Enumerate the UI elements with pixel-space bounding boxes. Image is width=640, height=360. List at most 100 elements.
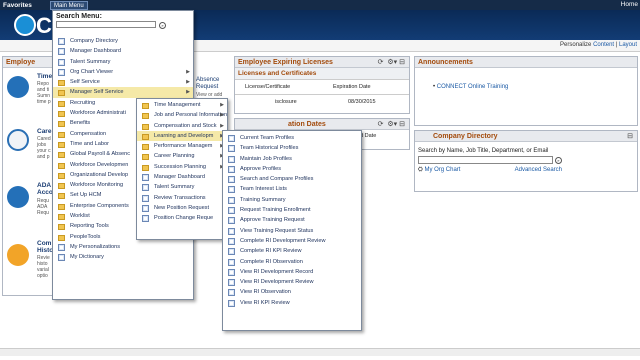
- document-icon: [228, 135, 235, 142]
- document-icon: [58, 38, 65, 45]
- menu-item-compensation-and-stock[interactable]: Compensation and Stock ▶: [137, 121, 227, 131]
- personalize-content-link[interactable]: Content: [593, 42, 614, 48]
- menu-item-position-change-reque[interactable]: Position Change Reque: [137, 213, 227, 223]
- search-go-icon[interactable]: »: [159, 21, 166, 29]
- menu-item-view-ri-development-record[interactable]: View RI Development Record: [223, 267, 361, 277]
- menu-item-view-ri-development-review[interactable]: View RI Development Review: [223, 277, 361, 287]
- menu-item-view-training-request-status[interactable]: View Training Request Status: [223, 226, 361, 236]
- menu-item-team-historical-profiles[interactable]: Team Historical Profiles: [223, 143, 361, 153]
- personalize-layout-link[interactable]: Layout: [619, 42, 637, 48]
- folder-icon: [142, 123, 149, 130]
- menu-item-time-management[interactable]: Time Management ▶: [137, 100, 227, 110]
- main-menu[interactable]: Main Menu: [50, 0, 88, 10]
- document-icon: [228, 279, 235, 287]
- menu-item-label: Performance Managem: [154, 143, 213, 150]
- menu-item-learning-and-developm[interactable]: Learning and Developm▶: [137, 130, 227, 142]
- career-title[interactable]: Care: [37, 128, 51, 135]
- menu-item-label: Reporting Tools: [70, 223, 109, 230]
- document-icon: [228, 237, 235, 245]
- collapse-icon[interactable]: ⊟: [627, 132, 633, 140]
- folder-icon: [58, 90, 65, 97]
- comp-history-item: Com Histo Revie histo varial optio: [3, 238, 53, 298]
- person-icon: [7, 76, 29, 98]
- menu-item-label: Approve Profiles: [240, 165, 282, 172]
- menu-item-self-service[interactable]: Self Service ▶: [53, 77, 193, 87]
- absence-title[interactable]: Absence Request: [193, 76, 230, 92]
- menu-item-approve-profiles[interactable]: Approve Profiles: [223, 164, 361, 174]
- menu-item-label: Review Transactions: [154, 194, 206, 201]
- menu-item-label: Time and Labor: [70, 140, 109, 147]
- menu-item-manager-dashboard[interactable]: Manager Dashboard: [137, 172, 227, 182]
- wheelchair-icon: [7, 186, 29, 208]
- menu-item-talent-summary[interactable]: Talent Summary: [137, 182, 227, 192]
- folder-icon: [58, 214, 65, 221]
- learning-menu-list: Current Team Profiles Team Historical Pro…: [223, 133, 361, 308]
- document-icon: [228, 299, 235, 307]
- horizontal-scrollbar[interactable]: [0, 348, 640, 356]
- menu-item-label: Enterprise Components: [70, 202, 129, 209]
- menu-item-label: Position Change Reque: [154, 215, 214, 222]
- menu-item-training-summary[interactable]: Training Summary: [223, 195, 361, 205]
- ada-item: ADA Acco Requ ADA Requ: [3, 178, 53, 238]
- folder-icon: [142, 113, 149, 120]
- menu-item-label: View RI KPI Review: [240, 299, 290, 306]
- menu-item-manager-self-service[interactable]: Manager Self Service ▶: [53, 87, 193, 98]
- menu-item-approve-training-request[interactable]: Approve Training Request: [223, 215, 361, 225]
- menu-item-label: Request Training Enrollment: [240, 207, 311, 214]
- folder-icon: [58, 80, 65, 87]
- document-icon: [228, 186, 235, 194]
- home-link[interactable]: Home: [621, 1, 638, 8]
- logo-icon: [14, 14, 36, 36]
- time-title[interactable]: Time: [37, 73, 52, 80]
- menu-item-label: View RI Observation: [240, 289, 291, 296]
- menu-item-talent-summary[interactable]: Talent Summary: [53, 57, 193, 67]
- document-icon: [142, 204, 149, 212]
- employee-pagelet: Employe Time Repo and ti Sumn time p Care C…: [2, 56, 54, 296]
- pagelet-tools-icon[interactable]: ⟳ ⚙▾ ⊟: [378, 58, 405, 66]
- menu-item-request-training-enrollment[interactable]: Request Training Enrollment: [223, 205, 361, 215]
- document-icon: [228, 176, 235, 184]
- menu-item-performance-managem[interactable]: Performance Managem▶: [137, 141, 227, 151]
- search-menu-label: Search Menu:: [56, 13, 102, 20]
- search-menu-input[interactable]: [56, 21, 156, 28]
- menu-item-label: Current Team Profiles: [240, 135, 294, 141]
- folder-icon: [58, 183, 65, 190]
- menu-item-job-and-personal-information[interactable]: Job and Personal Information ▶: [137, 110, 227, 120]
- menu-item-label: Succession Planning: [154, 163, 206, 170]
- directory-search-input[interactable]: [418, 156, 553, 164]
- menu-item-new-position-request[interactable]: New Position Request: [137, 203, 227, 213]
- menu-item-label: My Dictionary: [70, 254, 104, 261]
- menu-item-team-interest-lists[interactable]: Team Interest Lists: [223, 184, 361, 194]
- menu-item-view-ri-observation[interactable]: View RI Observation: [223, 287, 361, 297]
- menu-item-org-chart-viewer[interactable]: Org Chart Viewer ▶: [53, 67, 193, 77]
- menu-item-review-transactions[interactable]: Review Transactions: [137, 193, 227, 203]
- expiring-licenses-pagelet: Employee Expiring Licenses ⟳ ⚙▾ ⊟ License…: [234, 56, 410, 114]
- menu-item-current-team-profiles[interactable]: Current Team Profiles: [223, 133, 361, 143]
- menu-item-succession-planning[interactable]: Succession Planning▶: [137, 162, 227, 172]
- menu-item-complete-ri-observation[interactable]: Complete RI Observation: [223, 257, 361, 267]
- pagelet-tools-icon[interactable]: ⟳ ⚙▾ ⊟: [378, 120, 405, 128]
- menu-item-label: Maintain Job Profiles: [240, 155, 292, 162]
- advanced-search-link[interactable]: Advanced Search: [515, 167, 562, 174]
- menu-item-my-personalizations[interactable]: My Personalizations: [53, 242, 193, 252]
- chevron-right-icon: ▶: [186, 79, 190, 86]
- document-icon: [58, 243, 65, 251]
- favorites-menu[interactable]: Favorites: [0, 2, 50, 9]
- menu-item-search-and-compare-profiles[interactable]: Search and Compare Profiles: [223, 174, 361, 184]
- menu-item-view-ri-kpi-review[interactable]: View RI KPI Review: [223, 298, 361, 308]
- menu-item-complete-ri-kpi-review[interactable]: Complete RI KPI Review: [223, 246, 361, 256]
- org-chart-link[interactable]: ⛭ My Org Chart: [418, 167, 460, 174]
- list-item[interactable]: • CONNECT Online Training: [415, 68, 637, 90]
- menu-item-company-directory[interactable]: Company Directory: [53, 36, 193, 46]
- menu-item-maintain-job-profiles[interactable]: Maintain Job Profiles: [223, 154, 361, 164]
- logo-letter-icon: C: [36, 13, 52, 38]
- license-date: 08/30/2015: [348, 99, 376, 105]
- menu-item-label: View RI Development Record: [240, 268, 314, 275]
- document-icon: [58, 254, 65, 262]
- menu-item-complete-ri-development-review[interactable]: Complete RI Development Review: [223, 236, 361, 246]
- comp-desc: Revie histo varial optio: [37, 255, 50, 279]
- search-go-icon[interactable]: »: [554, 156, 562, 164]
- menu-item-manager-dashboard[interactable]: Manager Dashboard: [53, 46, 193, 56]
- menu-item-career-planning[interactable]: Career Planning▶: [137, 151, 227, 161]
- menu-item-my-dictionary[interactable]: My Dictionary: [53, 252, 193, 262]
